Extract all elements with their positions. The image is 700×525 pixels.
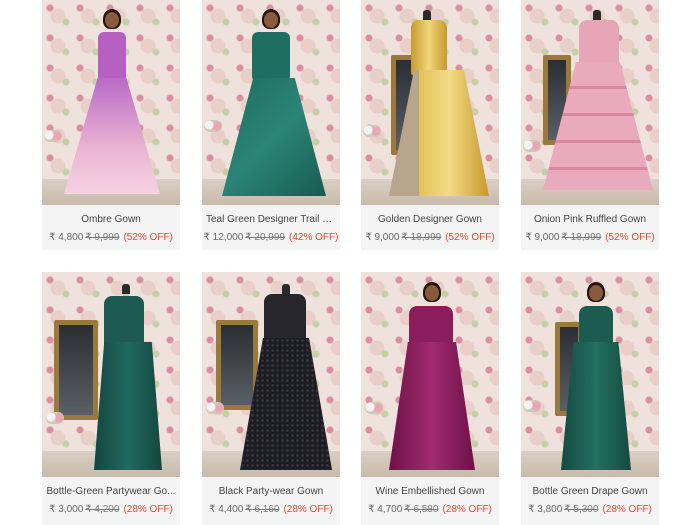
discount-badge: (52% OFF) bbox=[123, 232, 173, 243]
discount-badge: (42% OFF) bbox=[289, 232, 339, 243]
product-card[interactable]: Bottle-Green Partywear Go... ₹ 3,000 ₹ 4,… bbox=[42, 272, 180, 525]
mannequin-stand bbox=[423, 10, 431, 20]
flower-vase bbox=[523, 400, 541, 412]
gown-bodice bbox=[104, 296, 144, 346]
original-price: ₹ 4,200 bbox=[85, 504, 120, 515]
product-card[interactable]: Black Party-wear Gown ₹ 4,400 ₹ 6,160 (28%… bbox=[202, 272, 340, 525]
gown-skirt bbox=[94, 342, 162, 470]
discount-badge: (28% OFF) bbox=[123, 504, 173, 515]
flower-vase bbox=[206, 402, 224, 414]
mirror bbox=[216, 320, 258, 410]
sale-price: ₹ 9,000 bbox=[365, 232, 400, 243]
product-price: ₹ 4,800 ₹ 9,999 (52% OFF) bbox=[42, 232, 180, 243]
product-price: ₹ 9,000 ₹ 18,999 (52% OFF) bbox=[361, 232, 499, 243]
discount-badge: (28% OFF) bbox=[602, 504, 652, 515]
gown-bodice bbox=[411, 20, 447, 75]
product-name[interactable]: Bottle-Green Partywear Go... bbox=[42, 486, 180, 497]
sale-price: ₹ 3,000 bbox=[49, 504, 84, 515]
mannequin-stand bbox=[593, 10, 601, 20]
sale-price: ₹ 4,700 bbox=[368, 504, 403, 515]
product-image[interactable] bbox=[361, 272, 499, 477]
sale-price: ₹ 9,000 bbox=[525, 232, 560, 243]
mirror bbox=[54, 320, 98, 420]
sale-price: ₹ 4,800 bbox=[49, 232, 84, 243]
original-price: ₹ 6,160 bbox=[245, 504, 280, 515]
original-price: ₹ 6,580 bbox=[404, 504, 439, 515]
discount-badge: (28% OFF) bbox=[283, 504, 333, 515]
model-head bbox=[264, 12, 278, 28]
product-image[interactable] bbox=[42, 272, 180, 477]
model-head bbox=[425, 285, 439, 301]
mannequin-stand bbox=[282, 284, 290, 294]
original-price: ₹ 20,999 bbox=[245, 232, 285, 243]
product-price: ₹ 4,400 ₹ 6,160 (28% OFF) bbox=[202, 504, 340, 515]
discount-badge: (28% OFF) bbox=[442, 504, 492, 515]
gown-skirt bbox=[389, 342, 475, 470]
product-price: ₹ 12,000 ₹ 20,999 (42% OFF) bbox=[202, 232, 340, 243]
gown-bodice bbox=[579, 20, 619, 65]
original-price: ₹ 9,999 bbox=[85, 232, 120, 243]
product-name[interactable]: Onion Pink Ruffled Gown bbox=[521, 214, 659, 225]
flower-vase bbox=[46, 412, 64, 424]
product-name[interactable]: Ombre Gown bbox=[42, 214, 180, 225]
original-price: ₹ 18,999 bbox=[561, 232, 602, 243]
discount-badge: (52% OFF) bbox=[445, 232, 495, 243]
product-price: ₹ 3,800 ₹ 5,300 (28% OFF) bbox=[521, 504, 659, 515]
product-name[interactable]: Teal Green Designer Trail G... bbox=[202, 214, 340, 225]
product-card[interactable]: Ombre Gown ₹ 4,800 ₹ 9,999 (52% OFF) bbox=[42, 0, 180, 250]
flower-vase bbox=[523, 140, 541, 152]
flower-vase bbox=[363, 125, 381, 137]
product-name[interactable]: Bottle Green Drape Gown bbox=[521, 486, 659, 497]
product-card[interactable]: Wine Embellished Gown ₹ 4,700 ₹ 6,580 (28%… bbox=[361, 272, 499, 525]
original-price: ₹ 5,300 bbox=[564, 504, 599, 515]
product-image[interactable] bbox=[521, 272, 659, 477]
product-card[interactable]: Golden Designer Gown ₹ 9,000 ₹ 18,999 (52%… bbox=[361, 0, 499, 250]
flower-vase bbox=[365, 402, 383, 414]
product-price: ₹ 9,000 ₹ 18,999 (52% OFF) bbox=[521, 232, 659, 243]
gown-bodice bbox=[579, 306, 613, 346]
product-price: ₹ 3,000 ₹ 4,200 (28% OFF) bbox=[42, 504, 180, 515]
gown-bodice bbox=[252, 32, 290, 82]
product-image[interactable] bbox=[42, 0, 180, 205]
gown-bodice bbox=[98, 32, 126, 82]
product-image[interactable] bbox=[521, 0, 659, 205]
flower-vase bbox=[44, 130, 62, 142]
gown-bodice bbox=[264, 294, 306, 342]
product-card[interactable]: Bottle Green Drape Gown ₹ 3,800 ₹ 5,300 (2… bbox=[521, 272, 659, 525]
gown-bodice bbox=[409, 306, 453, 346]
sale-price: ₹ 3,800 bbox=[528, 504, 563, 515]
product-name[interactable]: Wine Embellished Gown bbox=[361, 486, 499, 497]
product-price: ₹ 4,700 ₹ 6,580 (28% OFF) bbox=[361, 504, 499, 515]
product-name[interactable]: Golden Designer Gown bbox=[361, 214, 499, 225]
sale-price: ₹ 12,000 bbox=[203, 232, 244, 243]
product-image[interactable] bbox=[202, 0, 340, 205]
mannequin-stand bbox=[122, 284, 130, 294]
model-head bbox=[105, 12, 119, 28]
product-image[interactable] bbox=[361, 0, 499, 205]
product-grid: Ombre Gown ₹ 4,800 ₹ 9,999 (52% OFF) Teal … bbox=[0, 0, 700, 525]
discount-badge: (52% OFF) bbox=[605, 232, 655, 243]
product-name[interactable]: Black Party-wear Gown bbox=[202, 486, 340, 497]
gown-skirt bbox=[64, 78, 160, 194]
product-image[interactable] bbox=[202, 272, 340, 477]
original-price: ₹ 18,999 bbox=[401, 232, 442, 243]
product-card[interactable]: Onion Pink Ruffled Gown ₹ 9,000 ₹ 18,999(… bbox=[521, 0, 659, 250]
product-card[interactable]: Teal Green Designer Trail G... ₹ 12,000 ₹… bbox=[202, 0, 340, 250]
model-head bbox=[589, 285, 603, 301]
gown-skirt bbox=[222, 78, 326, 196]
sale-price: ₹ 4,400 bbox=[209, 504, 244, 515]
flower-vase bbox=[204, 120, 222, 132]
